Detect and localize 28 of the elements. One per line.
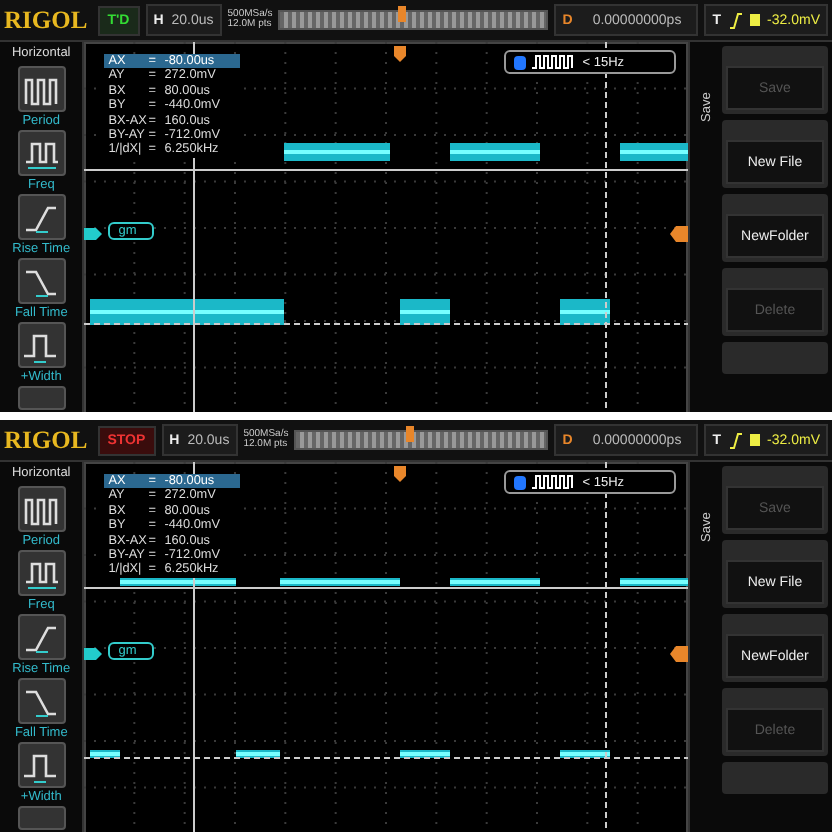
channel-marker-icon (84, 228, 103, 240)
trigger-position-marker (394, 46, 407, 62)
trigger-level-marker (670, 646, 689, 662)
trigger-level-marker (670, 226, 689, 242)
trigger-position-marker (394, 466, 407, 482)
trigger-position-marker (406, 426, 415, 442)
measure-button[interactable] (17, 550, 66, 596)
trigger-position-marker (397, 6, 406, 22)
brand-logo: RIGOL (4, 5, 90, 35)
measure-button[interactable] (17, 66, 66, 112)
measure-button[interactable] (17, 194, 66, 240)
channel-icon (514, 55, 527, 69)
channel-badge-icon (749, 14, 760, 26)
channel-icon (514, 475, 527, 489)
measure-button[interactable] (17, 614, 66, 660)
measure-button[interactable] (17, 486, 66, 532)
rising-edge-icon (729, 431, 742, 449)
measure-button[interactable] (17, 678, 66, 724)
pulse-train-icon (532, 474, 577, 490)
measure-button[interactable] (17, 742, 66, 788)
measure-button[interactable] (17, 258, 66, 304)
pulse-train-icon (532, 54, 577, 70)
measure-button[interactable] (17, 322, 66, 368)
brand-logo: RIGOL (4, 425, 90, 455)
channel-marker-icon (84, 648, 103, 660)
channel-badge-icon (749, 434, 760, 446)
rising-edge-icon (729, 11, 742, 29)
measure-button[interactable] (17, 130, 66, 176)
